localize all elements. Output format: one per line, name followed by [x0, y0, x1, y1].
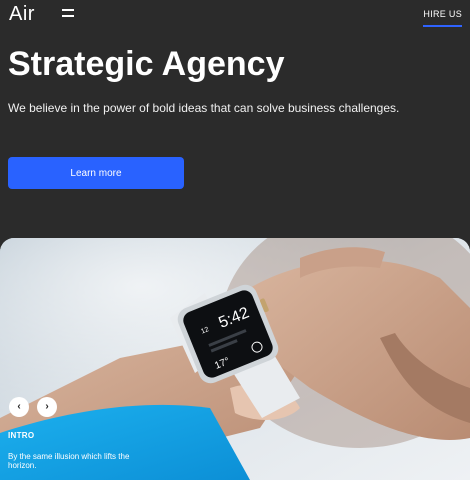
- top-navigation: Air HIRE US: [0, 0, 470, 30]
- hire-us-link[interactable]: HIRE US: [423, 9, 462, 27]
- slide-tag: INTRO: [8, 431, 35, 440]
- hero-image-slider[interactable]: 12 5:42 17°: [0, 238, 470, 480]
- logo[interactable]: Air: [9, 3, 35, 26]
- menu-line: [62, 9, 74, 11]
- page-title: Strategic Agency: [8, 45, 285, 83]
- slider-prev-button[interactable]: ‹: [9, 397, 29, 417]
- learn-more-button[interactable]: Learn more: [8, 157, 184, 189]
- slider-next-button[interactable]: ›: [37, 397, 57, 417]
- smartwatch-photo: 12 5:42 17°: [0, 238, 470, 480]
- chevron-right-icon: ›: [45, 401, 49, 412]
- slide-description: By the same illusion which lifts the hor…: [8, 452, 130, 470]
- hero-tagline: We believe in the power of bold ideas th…: [8, 101, 400, 115]
- chevron-left-icon: ‹: [17, 401, 21, 412]
- menu-line: [62, 15, 74, 17]
- hamburger-icon[interactable]: [62, 9, 74, 17]
